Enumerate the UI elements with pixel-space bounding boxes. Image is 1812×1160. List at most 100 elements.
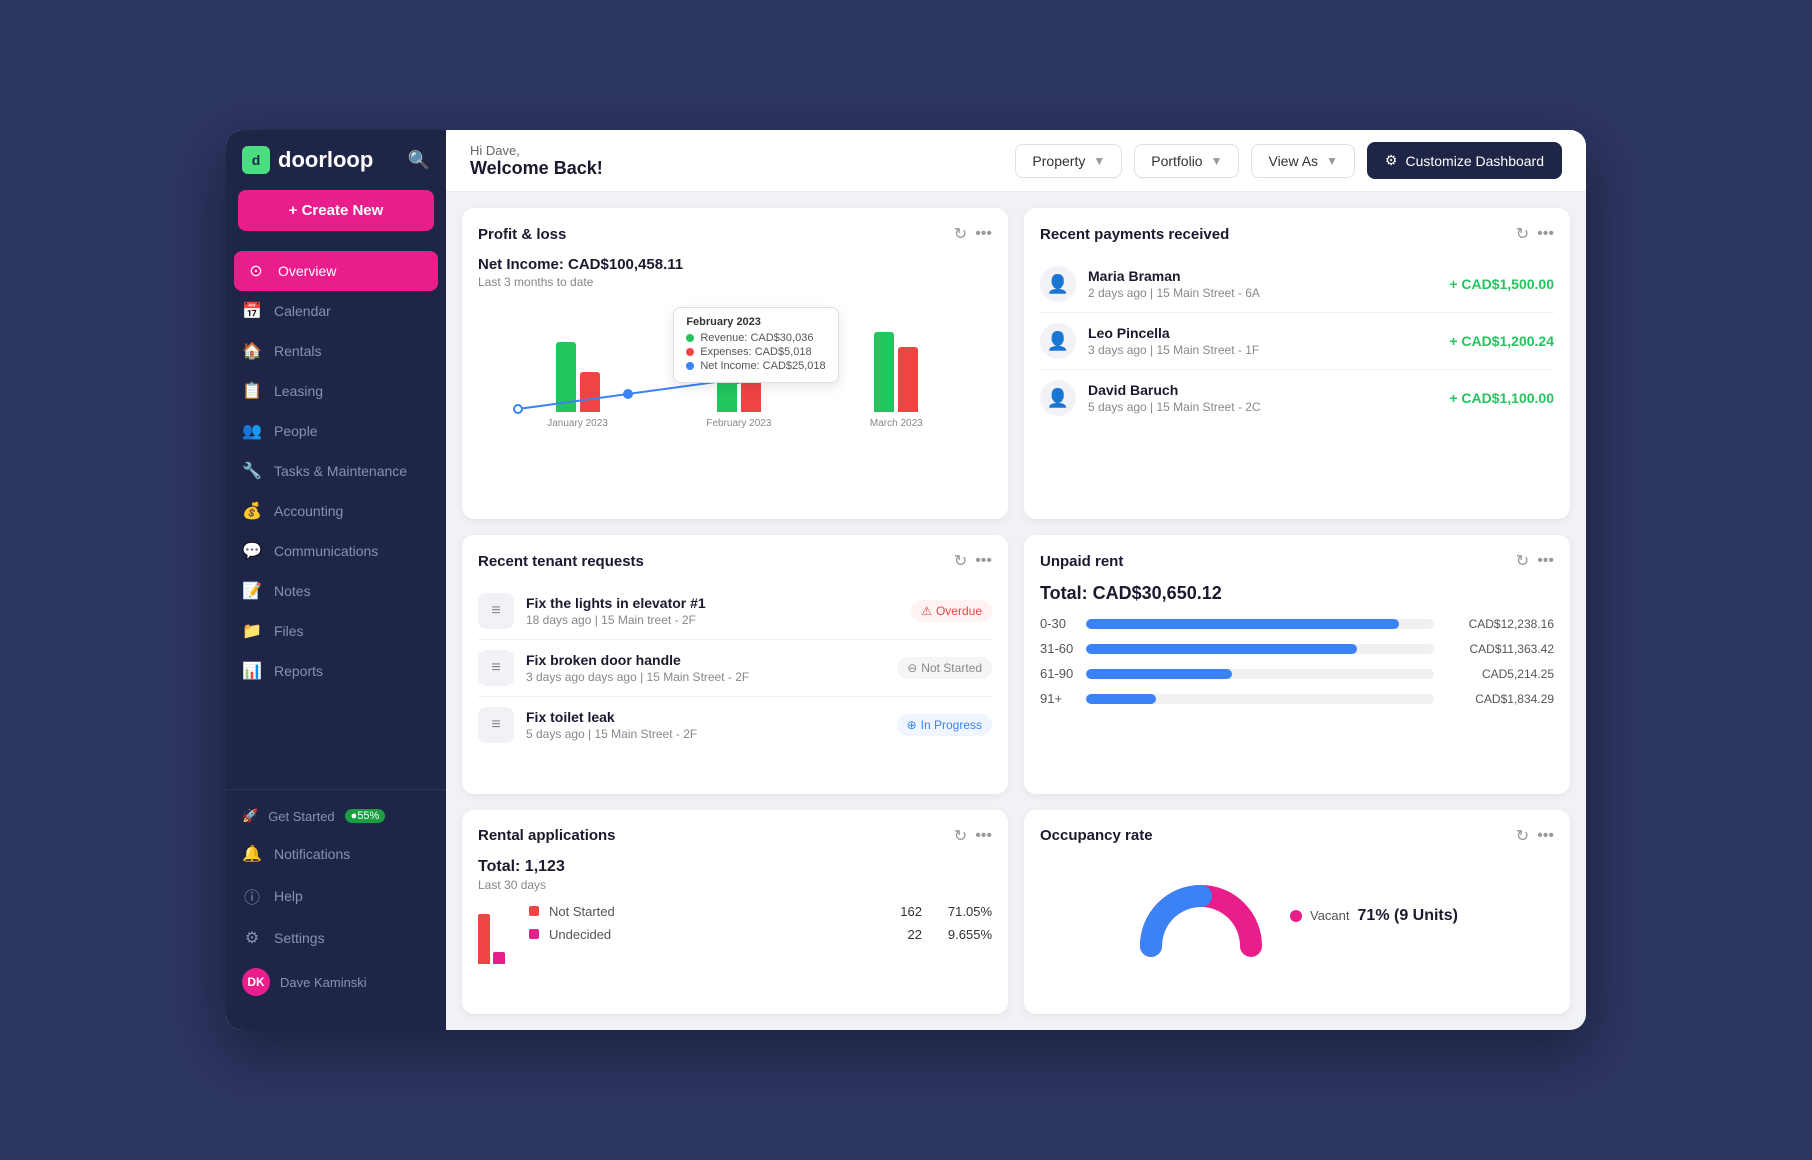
rent-rows: 0-30 CAD$12,238.16 31-60 CAD$11,363.42 6…: [1040, 616, 1554, 706]
request-info: Fix toilet leak 5 days ago | 15 Main Str…: [526, 709, 885, 741]
payment-name: Maria Braman: [1088, 268, 1437, 284]
sidebar-item-reports[interactable]: 📊Reports: [226, 651, 446, 691]
tooltip-month: February 2023: [686, 316, 825, 328]
greeting: Hi Dave,: [470, 143, 603, 158]
rent-row: 31-60 CAD$11,363.42: [1040, 641, 1554, 656]
sidebar-item-files[interactable]: 📁Files: [226, 611, 446, 651]
rental-applications-card: Rental applications ↻ ••• Total: 1,123 L…: [462, 810, 1008, 1014]
payment-amount: + CAD$1,500.00: [1449, 276, 1554, 292]
request-meta: 3 days ago days ago | 15 Main Street - 2…: [526, 670, 885, 684]
payments-title: Recent payments received: [1040, 226, 1229, 243]
payment-item: 👤 Leo Pincella 3 days ago | 15 Main Stre…: [1040, 313, 1554, 370]
apps-chart-area: Not Started 162 71.05% Undecided 22 9.65…: [478, 904, 992, 964]
customize-dashboard-button[interactable]: ⚙ Customize Dashboard: [1367, 142, 1562, 179]
request-info: Fix broken door handle 3 days ago days a…: [526, 652, 885, 684]
rent-bar-bg: [1086, 619, 1434, 629]
rent-row: 91+ CAD$1,834.29: [1040, 691, 1554, 706]
expense-bar-jan: [580, 372, 600, 412]
rent-amount: CAD$11,363.42: [1444, 642, 1554, 656]
status-badge: ⚠ Overdue: [911, 600, 992, 622]
refresh-icon[interactable]: ↻: [1516, 551, 1529, 571]
sidebar-bottom: 🚀 Get Started ●55% 🔔 Notifications ⓘ Hel…: [226, 789, 446, 1014]
month-label-feb: February 2023: [706, 418, 771, 429]
app-label: Undecided: [549, 927, 872, 942]
more-options-icon[interactable]: •••: [975, 552, 992, 570]
apps-period: Last 30 days: [478, 878, 992, 892]
request-info: Fix the lights in elevator #1 18 days ag…: [526, 595, 899, 627]
sidebar-item-people[interactable]: 👥People: [226, 411, 446, 451]
progress-badge: ●55%: [345, 809, 386, 823]
sidebar-item-notifications[interactable]: 🔔 Notifications: [226, 834, 446, 874]
apps-total: Total: 1,123: [478, 858, 992, 876]
sidebar-item-help[interactable]: ⓘ Help: [226, 874, 446, 918]
overview-icon: ⊙: [246, 261, 266, 281]
bar-group-mar: March 2023: [870, 332, 923, 429]
refresh-icon[interactable]: ↻: [1516, 224, 1529, 244]
refresh-icon[interactable]: ↻: [1516, 826, 1529, 846]
sidebar-item-overview[interactable]: ⊙Overview: [234, 251, 438, 291]
logo: d doorloop: [242, 146, 373, 174]
user-name: Dave Kaminski: [280, 975, 367, 990]
refresh-icon[interactable]: ↻: [954, 551, 967, 571]
more-options-icon[interactable]: •••: [975, 827, 992, 845]
card-header: Occupancy rate ↻ •••: [1040, 826, 1554, 846]
occupancy-legend: Vacant 71% (9 Units): [1290, 901, 1458, 931]
refresh-icon[interactable]: ↻: [954, 826, 967, 846]
profit-loss-card: Profit & loss ↻ ••• Net Income: CAD$100,…: [462, 208, 1008, 519]
sidebar-item-label: Tasks & Maintenance: [274, 463, 407, 479]
rent-bar-fill: [1086, 694, 1156, 704]
sidebar-item-label: Leasing: [274, 383, 323, 399]
sidebar-item-communications[interactable]: 💬 Communications: [226, 531, 446, 571]
notifications-label: Notifications: [274, 846, 350, 862]
dashboard-grid: Profit & loss ↻ ••• Net Income: CAD$100,…: [446, 192, 1586, 1030]
search-icon[interactable]: 🔍: [408, 150, 430, 171]
tasks-icon: 🔧: [242, 461, 262, 481]
sidebar-logo: d doorloop 🔍: [226, 146, 446, 190]
more-options-icon[interactable]: •••: [1537, 827, 1554, 845]
tenant-requests-title: Recent tenant requests: [478, 553, 644, 570]
unpaid-total: Total: CAD$30,650.12: [1040, 583, 1554, 604]
more-options-icon[interactable]: •••: [975, 225, 992, 243]
user-item[interactable]: DK Dave Kaminski: [226, 958, 446, 1006]
sidebar-item-leasing[interactable]: 📋Leasing: [226, 371, 446, 411]
sidebar-item-notes[interactable]: 📝Notes: [226, 571, 446, 611]
sidebar-item-tasks[interactable]: 🔧 Tasks & Maintenance: [226, 451, 446, 491]
rent-bar-fill: [1086, 644, 1357, 654]
sidebar-item-label: Reports: [274, 663, 323, 679]
card-header: Recent tenant requests ↻ •••: [478, 551, 992, 571]
more-options-icon[interactable]: •••: [1537, 552, 1554, 570]
rent-range-label: 61-90: [1040, 666, 1076, 681]
gear-icon: ⚙: [242, 928, 262, 948]
payment-info: Leo Pincella 3 days ago | 15 Main Street…: [1088, 325, 1437, 357]
tooltip-net: Net Income: CAD$25,018: [686, 360, 825, 372]
refresh-icon[interactable]: ↻: [954, 224, 967, 244]
payment-meta: 5 days ago | 15 Main Street - 2C: [1088, 400, 1437, 414]
month-label-mar: March 2023: [870, 418, 923, 429]
sidebar-item-settings[interactable]: ⚙ Settings: [226, 918, 446, 958]
unpaid-rent-card: Unpaid rent ↻ ••• Total: CAD$30,650.12 0…: [1024, 535, 1570, 793]
communications-icon: 💬: [242, 541, 262, 561]
create-new-button[interactable]: + Create New: [238, 190, 434, 231]
sidebar-item-accounting[interactable]: 💰Accounting: [226, 491, 446, 531]
sidebar-item-calendar[interactable]: 📅Calendar: [226, 291, 446, 331]
welcome-heading: Welcome Back!: [470, 158, 603, 179]
portfolio-dropdown[interactable]: Portfolio ▼: [1134, 144, 1239, 178]
status-badge: ⊕ In Progress: [897, 714, 992, 736]
view-as-dropdown[interactable]: View As ▼: [1251, 144, 1354, 178]
payment-meta: 2 days ago | 15 Main Street - 6A: [1088, 286, 1437, 300]
sidebar-item-label: Communications: [274, 543, 378, 559]
period-label: Last 3 months to date: [478, 275, 992, 289]
payment-avatar: 👤: [1040, 266, 1076, 302]
vacant-pct: 71% (9 Units): [1358, 907, 1458, 925]
tooltip-revenue: Revenue: CAD$30,036: [686, 332, 825, 344]
more-options-icon[interactable]: •••: [1537, 225, 1554, 243]
recent-payments-card: Recent payments received ↻ ••• 👤 Maria B…: [1024, 208, 1570, 519]
sidebar-item-rentals[interactable]: 🏠Rentals: [226, 331, 446, 371]
get-started-item[interactable]: 🚀 Get Started ●55%: [226, 798, 446, 834]
app-count: 22: [882, 927, 922, 942]
occupancy-title: Occupancy rate: [1040, 827, 1153, 844]
payment-info: David Baruch 5 days ago | 15 Main Street…: [1088, 382, 1437, 414]
rental-apps-title: Rental applications: [478, 827, 616, 844]
people-icon: 👥: [242, 421, 262, 441]
property-dropdown[interactable]: Property ▼: [1015, 144, 1122, 178]
